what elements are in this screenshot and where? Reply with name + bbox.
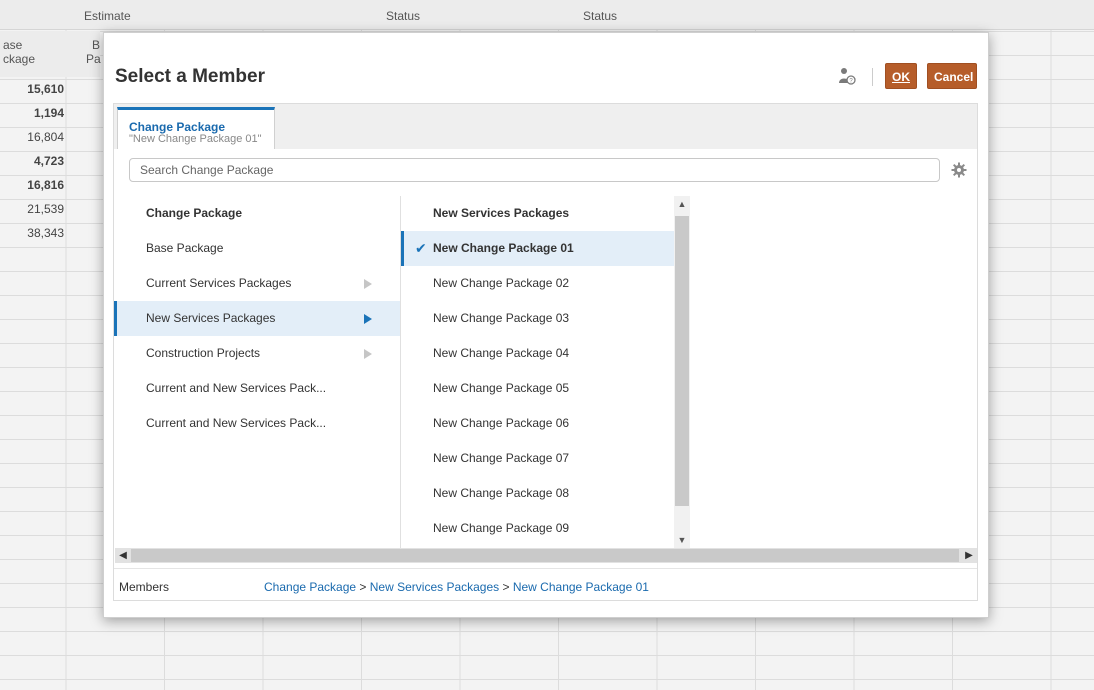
member-label: New Change Package 07 <box>433 451 570 465</box>
horizontal-scrollbar[interactable]: ◀ ▶ <box>115 548 977 563</box>
members-label: Members <box>119 580 170 594</box>
member-label: Current Services Packages <box>146 276 292 290</box>
grid-cell: 15,610 <box>27 82 64 96</box>
col-header-text: Pa <box>86 52 101 66</box>
member-item-new-change-package-08[interactable]: New Change Package 08 <box>401 476 674 511</box>
expand-arrow-icon[interactable] <box>364 349 372 359</box>
member-label: New Change Package 05 <box>433 381 570 395</box>
tab-change-package[interactable]: Change Package "New Change Package 01" <box>117 107 275 149</box>
column-header: New Services Packages <box>433 206 570 220</box>
member-selector-panel: Change Package "New Change Package 01" C… <box>113 103 978 601</box>
selection-footer: Members Change Package > New Services Pa… <box>114 568 977 601</box>
breadcrumb-separator: > <box>499 580 513 594</box>
column-header: Change Package <box>146 206 243 220</box>
expand-arrow-icon[interactable] <box>364 314 372 324</box>
member-item-new-change-package-07[interactable]: New Change Package 07 <box>401 441 674 476</box>
grid-cell: 21,539 <box>27 202 64 216</box>
breadcrumb-change-package[interactable]: Change Package <box>264 580 356 594</box>
scroll-down-icon[interactable]: ▼ <box>674 532 690 548</box>
member-label: Current and New Services Pack... <box>146 381 327 395</box>
vertical-scrollbar[interactable]: ▲ ▼ <box>674 196 690 548</box>
grid-cell: 16,804 <box>27 130 64 144</box>
member-item-construction-projects[interactable]: Construction Projects <box>114 336 400 371</box>
member-label: New Change Package 06 <box>433 416 570 430</box>
header-separator <box>872 68 873 86</box>
expand-arrow-icon[interactable] <box>364 279 372 289</box>
member-label: New Change Package 04 <box>433 346 570 360</box>
grid-header-estimate: Estimate <box>84 9 131 23</box>
user-help-icon[interactable]: ? <box>837 66 857 86</box>
scroll-left-icon[interactable]: ◀ <box>115 548 131 563</box>
member-item-new-services-packages[interactable]: New Services Packages <box>114 301 400 336</box>
member-label: New Change Package 02 <box>433 276 570 290</box>
breadcrumb-new-change-package-01[interactable]: New Change Package 01 <box>513 580 649 594</box>
member-item-new-change-package-09[interactable]: New Change Package 09 <box>401 511 674 546</box>
hierarchy-column-middle: New Services Packages ✔ New Change Packa… <box>401 196 674 548</box>
breadcrumb-new-services-packages[interactable]: New Services Packages <box>370 580 499 594</box>
member-label: New Change Package 03 <box>433 311 570 325</box>
breadcrumb: Change Package > New Services Packages >… <box>264 580 649 594</box>
member-label: Base Package <box>146 241 224 255</box>
select-member-dialog: Select a Member ? OK Cancel Change Packa… <box>103 32 989 618</box>
member-label: New Services Packages <box>146 311 276 325</box>
tab-title: Change Package <box>129 120 226 134</box>
member-item-new-change-package-04[interactable]: New Change Package 04 <box>401 336 674 371</box>
member-label: New Change Package 09 <box>433 521 570 535</box>
member-item-base-package[interactable]: Base Package <box>114 231 400 266</box>
scroll-right-icon[interactable]: ▶ <box>961 548 977 563</box>
scroll-thumb[interactable] <box>131 549 959 562</box>
cancel-button[interactable]: Cancel <box>927 63 977 89</box>
member-item-new-change-package-02[interactable]: New Change Package 02 <box>401 266 674 301</box>
dialog-title: Select a Member <box>115 66 265 87</box>
member-item-current-and-new-2[interactable]: Current and New Services Pack... <box>114 406 400 441</box>
tab-strip: Change Package "New Change Package 01" <box>114 104 977 149</box>
col-header-text: ckage <box>3 52 36 66</box>
checkmark-icon: ✔ <box>415 240 427 256</box>
member-item-new-change-package-01[interactable]: ✔ New Change Package 01 <box>401 231 674 266</box>
tab-subtitle: "New Change Package 01" <box>129 133 262 145</box>
member-label: Current and New Services Pack... <box>146 416 327 430</box>
member-item-new-change-package-05[interactable]: New Change Package 05 <box>401 371 674 406</box>
grid-header-status-2: Status <box>583 9 618 23</box>
member-item-new-change-package-06[interactable]: New Change Package 06 <box>401 406 674 441</box>
search-input[interactable] <box>129 158 940 182</box>
grid-cell: 1,194 <box>33 106 64 120</box>
scroll-up-icon[interactable]: ▲ <box>674 196 690 212</box>
scroll-thumb[interactable] <box>675 216 689 506</box>
member-label: New Change Package 08 <box>433 486 570 500</box>
member-item-current-and-new-1[interactable]: Current and New Services Pack... <box>114 371 400 406</box>
member-label: New Change Package 01 <box>433 241 574 255</box>
member-item-new-change-package-03[interactable]: New Change Package 03 <box>401 301 674 336</box>
grid-header-status: Status <box>386 9 421 23</box>
breadcrumb-separator: > <box>356 580 370 594</box>
grid-cell: 38,343 <box>27 226 64 240</box>
grid-column-header: ase ckage B Pa <box>0 31 101 77</box>
col-header-text: B <box>92 38 101 52</box>
gear-icon[interactable] <box>951 162 967 178</box>
member-label: Construction Projects <box>146 346 261 360</box>
ok-button[interactable]: OK <box>885 63 917 89</box>
member-item-current-services-packages[interactable]: Current Services Packages <box>114 266 400 301</box>
col-header-text: ase <box>3 38 23 52</box>
grid-header: Estimate Status Status <box>0 0 1094 30</box>
grid-cell: 16,816 <box>27 178 64 192</box>
hierarchy-column-left: Change Package Base Package Current Serv… <box>114 196 401 548</box>
grid-cell: 4,723 <box>33 154 64 168</box>
